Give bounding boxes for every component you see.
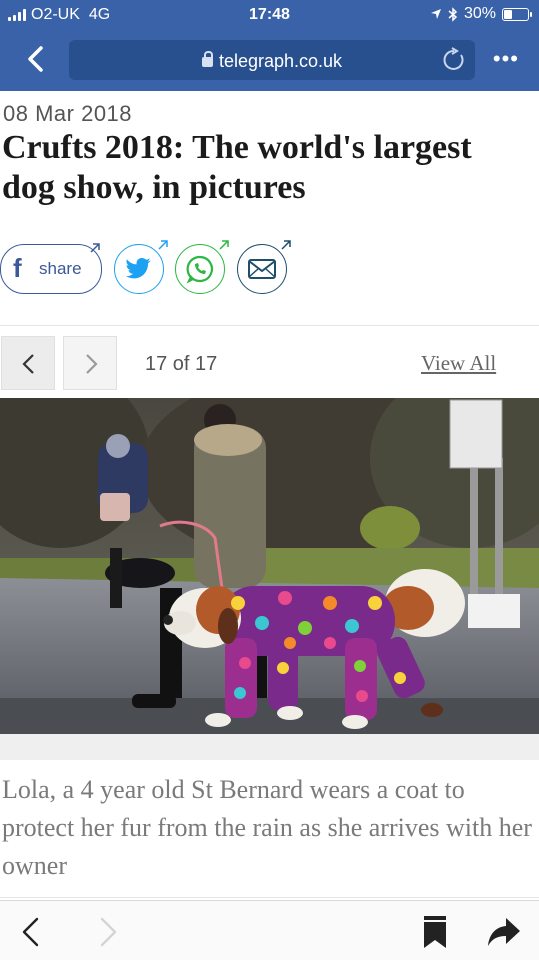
twitter-share-button[interactable] <box>114 240 168 294</box>
whatsapp-icon <box>186 255 214 284</box>
view-all-link[interactable]: View All <box>421 351 496 376</box>
browser-toolbar <box>0 900 539 960</box>
battery-percent: 30% <box>463 5 496 22</box>
reload-icon[interactable] <box>441 47 467 73</box>
location-arrow-icon <box>430 9 441 19</box>
address-text: telegraph.co.uk <box>69 51 475 72</box>
gallery-next-button[interactable] <box>63 336 117 390</box>
facebook-share-label: share <box>39 259 82 278</box>
battery-fill <box>504 9 512 19</box>
photo-caption: Lola, a 4 year old St Bernard wears a co… <box>2 775 532 880</box>
status-bar: O2-UK 4G 17:48 30% <box>0 0 539 30</box>
battery-icon <box>502 7 532 21</box>
bluetooth-icon <box>448 6 458 22</box>
url-label: telegraph.co.uk <box>218 51 343 71</box>
chevron-right-icon <box>86 354 98 374</box>
bookmark-icon[interactable] <box>418 915 452 949</box>
share-forward-icon[interactable] <box>487 915 521 949</box>
external-arrow-icon <box>90 243 100 253</box>
envelope-icon <box>248 259 276 279</box>
more-menu-icon[interactable]: ••• <box>493 48 519 70</box>
address-bar[interactable]: telegraph.co.uk <box>69 40 475 80</box>
st-bernard-photo <box>0 398 539 734</box>
browser-header: O2-UK 4G 17:48 30% telegraph.co.uk ••• <box>0 0 539 91</box>
article-date: 08 Mar 2018 <box>3 101 133 126</box>
facebook-icon: f <box>13 253 22 283</box>
back-arrow-icon[interactable] <box>15 915 49 949</box>
caption-band <box>0 734 539 760</box>
chevron-left-icon <box>22 354 34 374</box>
divider <box>0 897 539 898</box>
gallery-prev-button[interactable] <box>1 336 55 390</box>
article-title: Crufts 2018: The world's largest dog sho… <box>2 129 472 206</box>
lock-icon <box>201 51 213 67</box>
facebook-share-button[interactable]: f share <box>0 243 102 294</box>
gallery-counter: 17 of 17 <box>145 353 218 375</box>
external-arrow-icon <box>219 240 229 250</box>
external-arrow-icon <box>158 240 168 250</box>
url-row: telegraph.co.uk ••• <box>0 38 539 84</box>
status-right: 30% <box>430 5 532 23</box>
twitter-bird-icon <box>126 258 151 279</box>
whatsapp-share-button[interactable] <box>175 240 229 294</box>
email-share-button[interactable] <box>237 240 291 294</box>
external-arrow-icon <box>281 240 291 250</box>
gallery-photo <box>0 398 539 734</box>
forward-arrow-icon <box>100 917 117 947</box>
browser-back-icon[interactable] <box>20 42 54 76</box>
divider <box>0 325 539 326</box>
